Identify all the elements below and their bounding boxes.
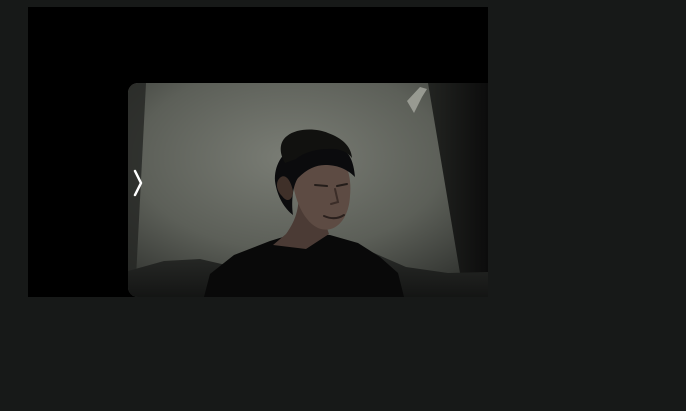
left-eye — [314, 184, 328, 187]
app-window — [0, 0, 686, 411]
chevron-right-icon — [133, 169, 143, 197]
camera-preview — [128, 83, 488, 297]
media-viewer — [28, 7, 488, 297]
next-arrow-button[interactable] — [129, 166, 147, 200]
